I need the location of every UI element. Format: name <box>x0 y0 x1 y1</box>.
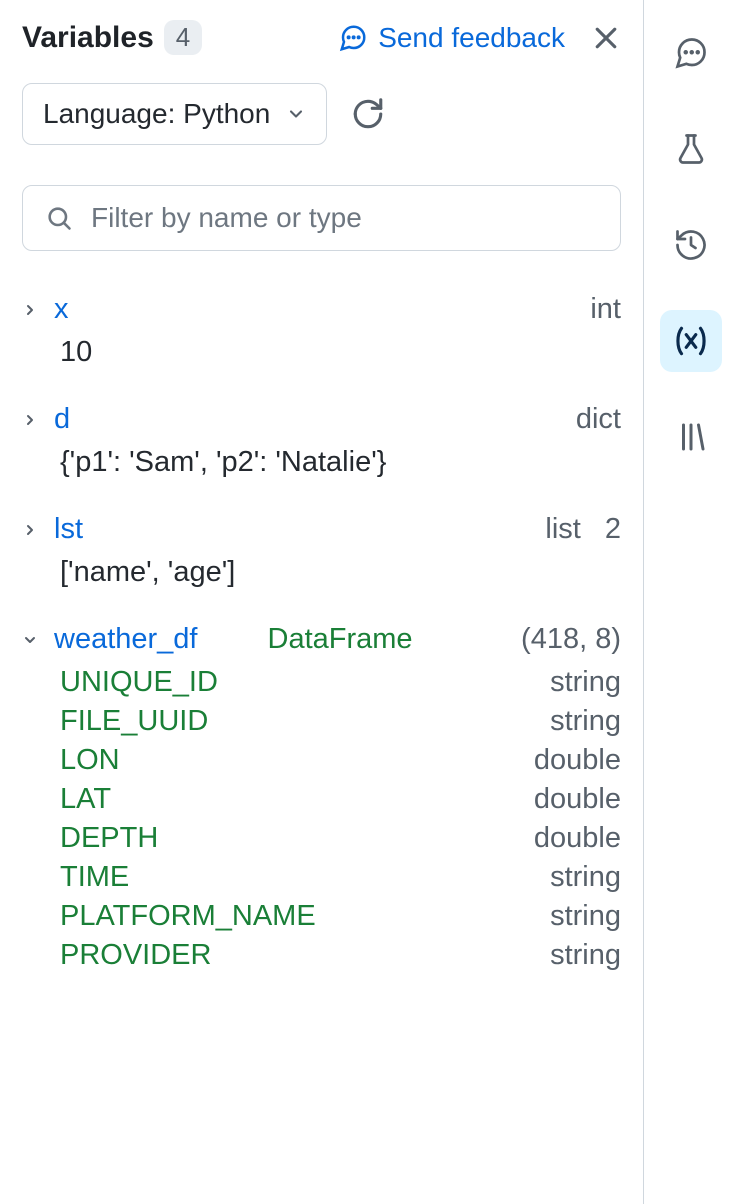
side-rail <box>644 0 738 1204</box>
column-type: string <box>550 939 621 972</box>
send-feedback-link[interactable]: Send feedback <box>338 22 565 54</box>
variable-item: d dict {'p1': 'Sam', 'p2': 'Natalie'} <box>22 403 621 479</box>
language-label: Language: Python <box>43 98 270 130</box>
chevron-down-icon <box>286 104 306 124</box>
filter-box[interactable] <box>22 185 621 251</box>
send-feedback-label: Send feedback <box>378 22 565 54</box>
toolbar: Language: Python <box>22 83 621 145</box>
column-type: double <box>534 822 621 855</box>
column-type: string <box>550 861 621 894</box>
column-type: string <box>550 705 621 738</box>
filter-input[interactable] <box>91 202 598 234</box>
column-name: PROVIDER <box>60 939 211 972</box>
close-button[interactable] <box>591 23 621 53</box>
dataframe-columns: UNIQUE_ID string FILE_UUID string LON do… <box>60 666 621 972</box>
dataframe-column: PROVIDER string <box>60 939 621 972</box>
variable-item: x int 10 <box>22 293 621 369</box>
variable-name: lst <box>54 513 83 546</box>
variable-header[interactable]: d dict <box>22 403 621 436</box>
column-name: DEPTH <box>60 822 158 855</box>
chevron-right-icon <box>22 412 40 428</box>
variable-type: int <box>590 293 621 326</box>
variable-count-badge: 4 <box>164 20 202 55</box>
column-type: string <box>550 666 621 699</box>
dataframe-column: DEPTH double <box>60 822 621 855</box>
variable-type: dict <box>576 403 621 436</box>
chevron-right-icon <box>22 522 40 538</box>
variable-item: lst list 2 ['name', 'age'] <box>22 513 621 589</box>
dataframe-column: TIME string <box>60 861 621 894</box>
refresh-button[interactable] <box>351 97 385 131</box>
chevron-right-icon <box>22 302 40 318</box>
column-name: FILE_UUID <box>60 705 208 738</box>
variable-value: {'p1': 'Sam', 'p2': 'Natalie'} <box>60 446 621 479</box>
rail-variables-button[interactable] <box>660 310 722 372</box>
variable-list: x int 10 d dict {'p1': 'Sam', 'p2': 'Nat… <box>22 293 621 972</box>
chevron-down-icon <box>22 632 40 648</box>
variable-value: 10 <box>60 336 621 369</box>
variable-type: DataFrame <box>268 623 413 656</box>
language-select[interactable]: Language: Python <box>22 83 327 145</box>
dataframe-column: LAT double <box>60 783 621 816</box>
variable-item: weather_df DataFrame (418, 8) UNIQUE_ID … <box>22 623 621 972</box>
variable-shape: (418, 8) <box>521 623 621 656</box>
filter-row <box>22 185 621 251</box>
column-type: double <box>534 783 621 816</box>
column-name: PLATFORM_NAME <box>60 900 316 933</box>
rail-columns-button[interactable] <box>660 406 722 468</box>
dataframe-column: PLATFORM_NAME string <box>60 900 621 933</box>
column-type: string <box>550 900 621 933</box>
variable-header[interactable]: x int <box>22 293 621 326</box>
search-icon <box>45 204 73 232</box>
column-type: double <box>534 744 621 777</box>
rail-experiments-button[interactable] <box>660 118 722 180</box>
comment-icon <box>338 23 368 53</box>
variable-name: d <box>54 403 70 436</box>
dataframe-column: FILE_UUID string <box>60 705 621 738</box>
variable-type: list <box>545 513 580 546</box>
rail-comments-button[interactable] <box>660 22 722 84</box>
dataframe-column: UNIQUE_ID string <box>60 666 621 699</box>
variable-name: weather_df <box>54 623 198 656</box>
column-name: TIME <box>60 861 129 894</box>
variable-count: 2 <box>605 513 621 546</box>
variable-name: x <box>54 293 69 326</box>
panel-title: Variables <box>22 21 154 55</box>
variable-header[interactable]: lst list 2 <box>22 513 621 546</box>
variable-value: ['name', 'age'] <box>60 556 621 589</box>
column-name: UNIQUE_ID <box>60 666 218 699</box>
variables-panel: Variables 4 Send feedback Language: Pyt <box>0 0 644 1204</box>
rail-history-button[interactable] <box>660 214 722 276</box>
column-name: LON <box>60 744 120 777</box>
column-name: LAT <box>60 783 111 816</box>
dataframe-column: LON double <box>60 744 621 777</box>
panel-header: Variables 4 Send feedback <box>22 20 621 55</box>
variable-header[interactable]: weather_df DataFrame (418, 8) <box>22 623 621 656</box>
